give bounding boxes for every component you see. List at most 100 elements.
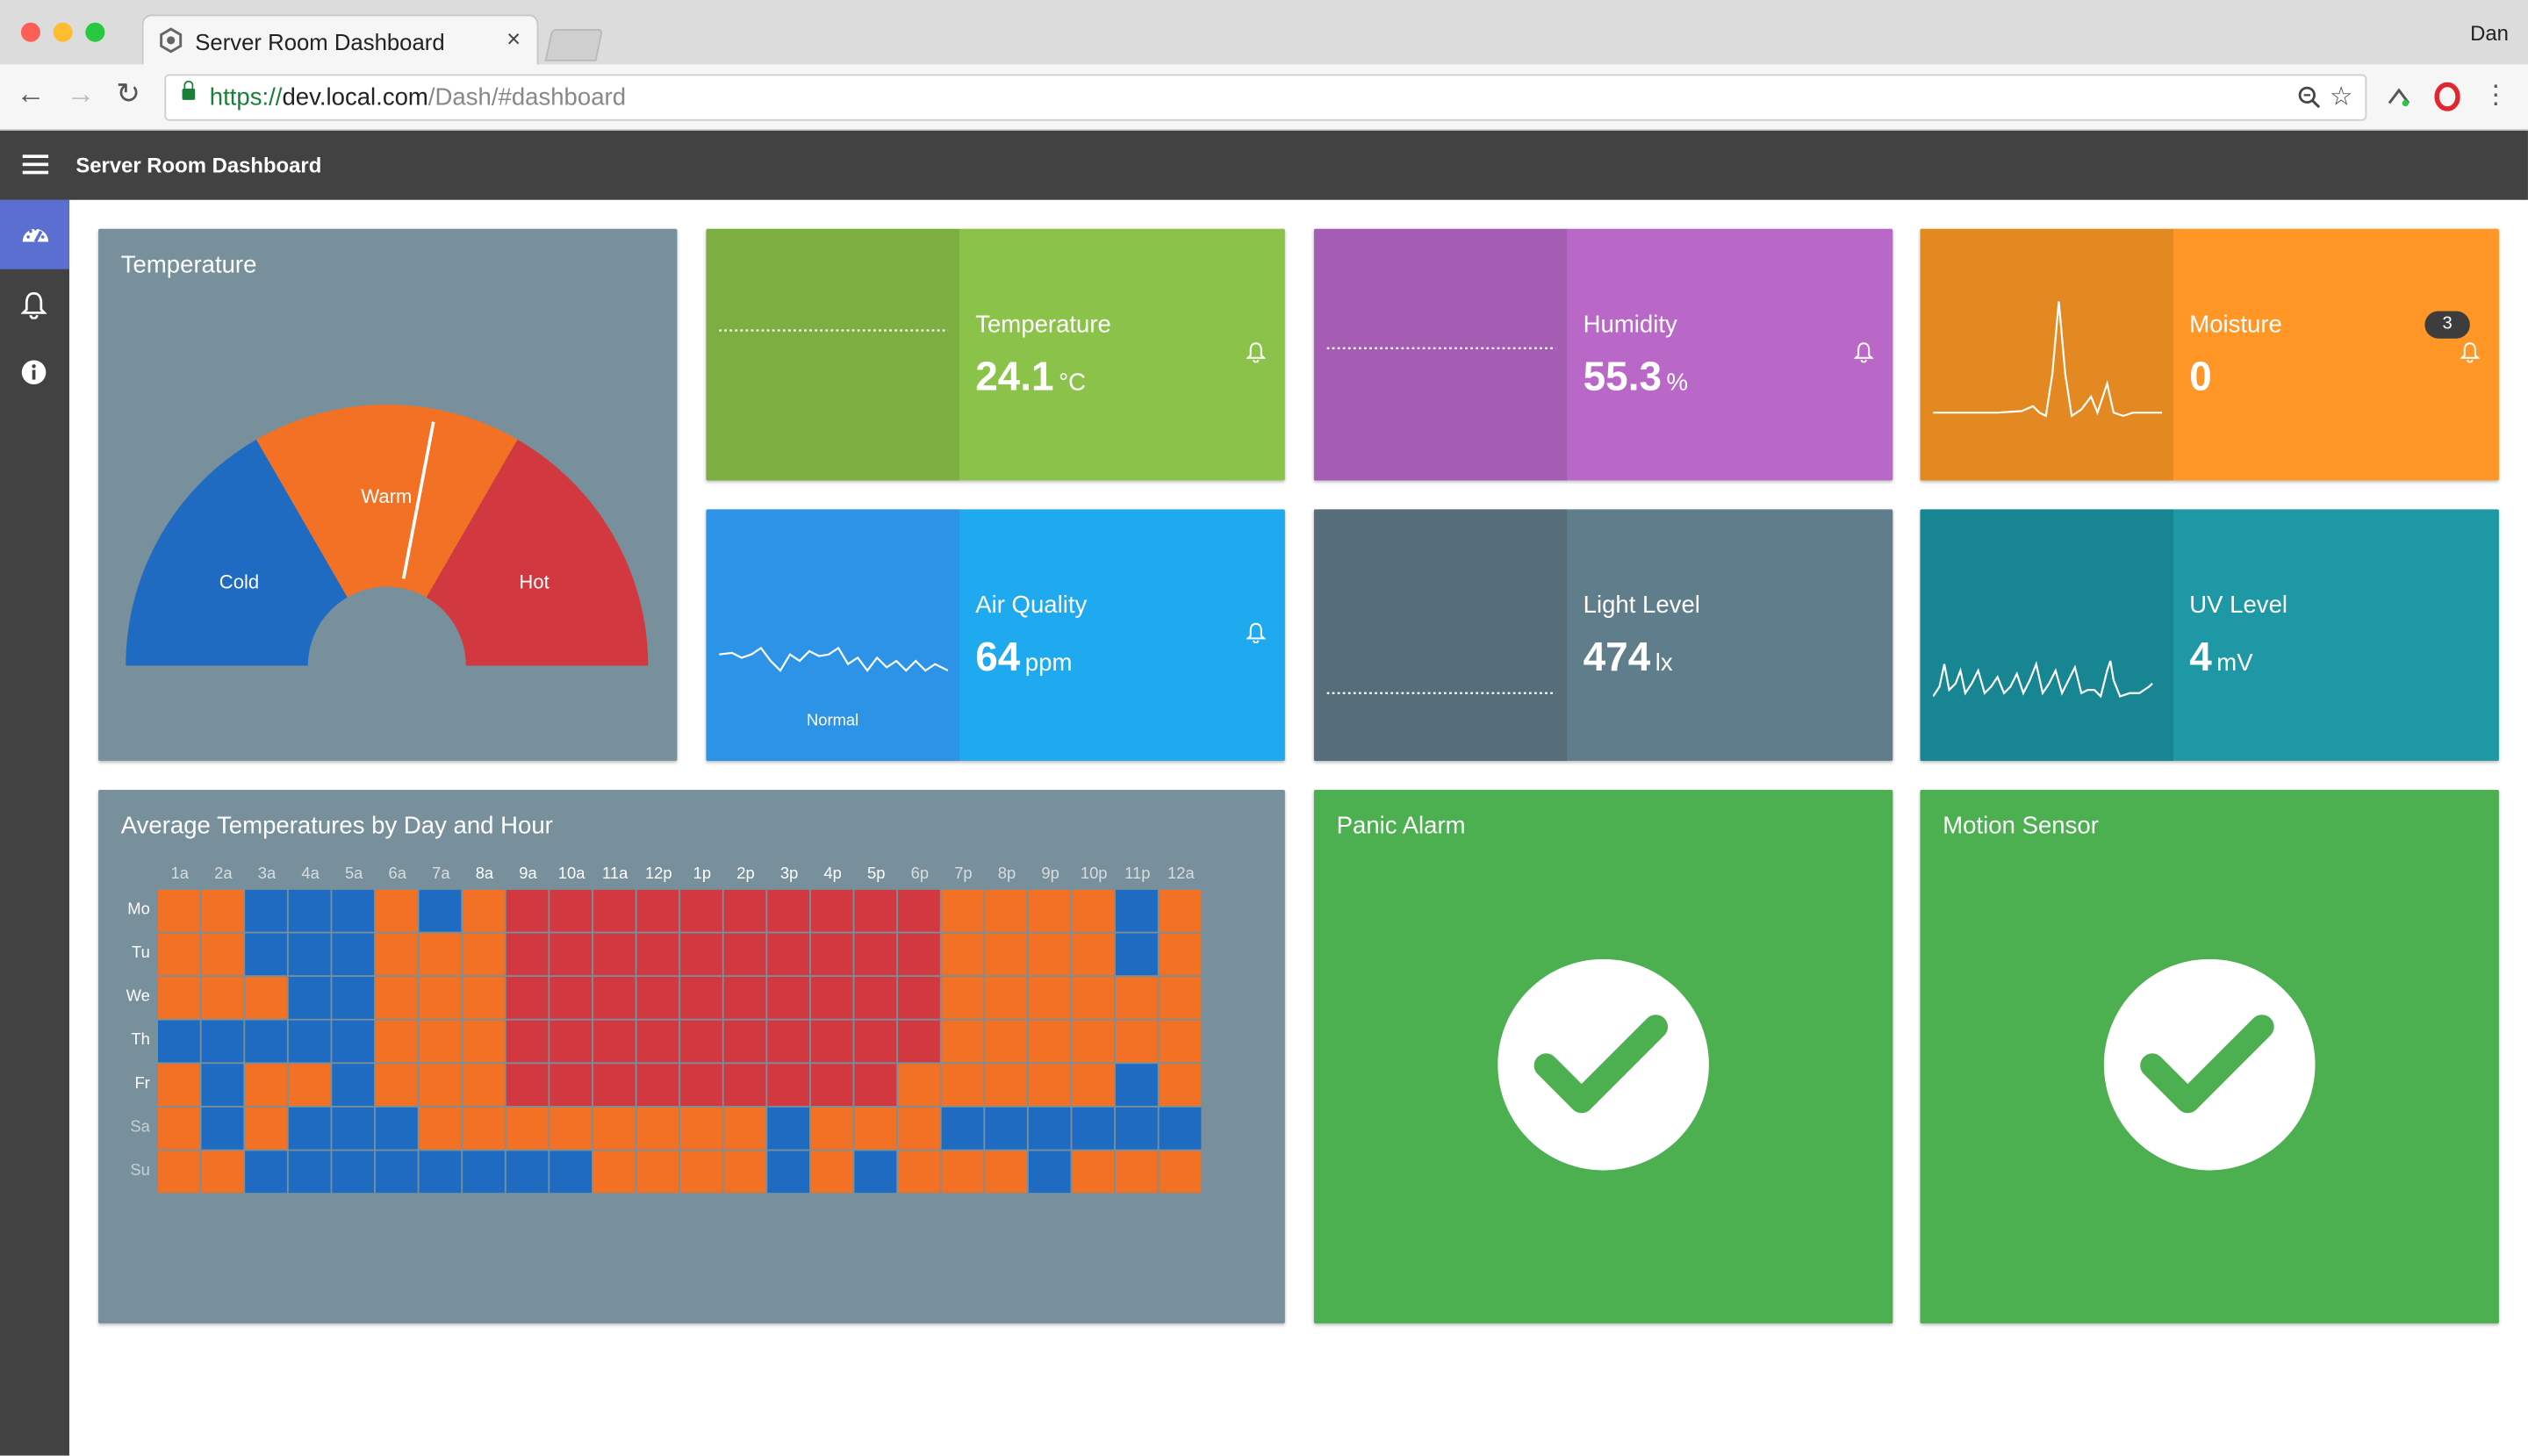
- heatmap-cell[interactable]: [245, 1064, 287, 1106]
- heatmap-cell[interactable]: [506, 933, 549, 976]
- heatmap-cell[interactable]: [854, 889, 897, 932]
- heatmap-cell[interactable]: [157, 933, 200, 976]
- heatmap-cell[interactable]: [1028, 889, 1071, 932]
- panic-alarm-card[interactable]: Panic Alarm: [1313, 789, 1893, 1323]
- heatmap-cell[interactable]: [549, 977, 592, 1019]
- heatmap-cell[interactable]: [1072, 889, 1115, 932]
- heatmap-cell[interactable]: [201, 1064, 244, 1106]
- heatmap-cell[interactable]: [636, 1151, 679, 1194]
- heatmap-cell[interactable]: [898, 889, 940, 932]
- heatmap-cell[interactable]: [549, 1064, 592, 1106]
- motion-sensor-card[interactable]: Motion Sensor: [1920, 789, 2499, 1323]
- heatmap-cell[interactable]: [898, 1151, 940, 1194]
- heatmap-cell[interactable]: [288, 889, 331, 932]
- light-level-tile[interactable]: Light Level 474 lx: [1313, 509, 1893, 761]
- heatmap-cell[interactable]: [157, 1020, 200, 1063]
- heatmap-cell[interactable]: [157, 1064, 200, 1106]
- heatmap-cell[interactable]: [245, 933, 287, 976]
- heatmap-cell[interactable]: [680, 1020, 722, 1063]
- heatmap-cell[interactable]: [985, 977, 1027, 1019]
- heatmap-cell[interactable]: [201, 977, 244, 1019]
- heatmap-cell[interactable]: [854, 1151, 897, 1194]
- heatmap-cell[interactable]: [463, 977, 505, 1019]
- heatmap-cell[interactable]: [1072, 977, 1115, 1019]
- heatmap-cell[interactable]: [1072, 933, 1115, 976]
- heatmap-cell[interactable]: [1028, 1151, 1071, 1194]
- heatmap-cell[interactable]: [1115, 1064, 1158, 1106]
- heatmap-cell[interactable]: [463, 933, 505, 976]
- heatmap-cell[interactable]: [723, 977, 766, 1019]
- heatmap-cell[interactable]: [419, 1151, 462, 1194]
- heatmap-cell[interactable]: [680, 933, 722, 976]
- heatmap-cell[interactable]: [419, 1064, 462, 1106]
- heatmap-cell[interactable]: [549, 1107, 592, 1150]
- maximize-window-button[interactable]: [85, 22, 105, 42]
- heatmap-cell[interactable]: [898, 977, 940, 1019]
- heatmap-cell[interactable]: [941, 1151, 984, 1194]
- sidebar-item-dashboard[interactable]: [0, 199, 69, 269]
- minimize-window-button[interactable]: [53, 22, 73, 42]
- heatmap-cell[interactable]: [723, 933, 766, 976]
- heatmap-cell[interactable]: [288, 1151, 331, 1194]
- heatmap-cell[interactable]: [592, 1020, 636, 1063]
- heatmap-cell[interactable]: [245, 1020, 287, 1063]
- heatmap-cell[interactable]: [810, 977, 853, 1019]
- heatmap-cell[interactable]: [506, 889, 549, 932]
- back-icon[interactable]: ←: [16, 77, 45, 111]
- heatmap-cell[interactable]: [723, 1107, 766, 1150]
- heatmap-cell[interactable]: [201, 1151, 244, 1194]
- heatmap-cell[interactable]: [854, 1020, 897, 1063]
- heatmap-cell[interactable]: [985, 889, 1027, 932]
- heatmap-cell[interactable]: [1072, 1064, 1115, 1106]
- heatmap-cell[interactable]: [1159, 1107, 1202, 1150]
- heatmap-cell[interactable]: [375, 977, 418, 1019]
- heatmap-cell[interactable]: [767, 1020, 810, 1063]
- heatmap-cell[interactable]: [549, 1020, 592, 1063]
- heatmap-cell[interactable]: [854, 977, 897, 1019]
- more-menu-icon[interactable]: ⋮: [2483, 79, 2509, 111]
- heatmap-cell[interactable]: [898, 1020, 940, 1063]
- heatmap-cell[interactable]: [810, 933, 853, 976]
- heatmap-cell[interactable]: [549, 889, 592, 932]
- heatmap-cell[interactable]: [375, 1107, 418, 1150]
- heatmap-cell[interactable]: [506, 977, 549, 1019]
- heatmap-cell[interactable]: [854, 933, 897, 976]
- heatmap-cell[interactable]: [898, 1107, 940, 1150]
- heatmap-cell[interactable]: [680, 1151, 722, 1194]
- menu-icon[interactable]: [22, 154, 49, 175]
- heatmap-cell[interactable]: [1115, 977, 1158, 1019]
- new-tab-button[interactable]: [544, 29, 604, 61]
- heatmap-cell[interactable]: [549, 1151, 592, 1194]
- heatmap-cell[interactable]: [854, 1064, 897, 1106]
- extension-icon[interactable]: [2386, 84, 2411, 110]
- heatmap-cell[interactable]: [201, 1020, 244, 1063]
- heatmap-cell[interactable]: [1159, 1151, 1202, 1194]
- heatmap-cell[interactable]: [419, 933, 462, 976]
- heatmap-cell[interactable]: [767, 977, 810, 1019]
- heatmap-cell[interactable]: [419, 1107, 462, 1150]
- heatmap-cell[interactable]: [1028, 933, 1071, 976]
- url-text[interactable]: https://dev.local.com/Dash/#dashboard: [210, 84, 626, 111]
- heatmap-cell[interactable]: [288, 933, 331, 976]
- temperature-tile[interactable]: Temperature 24.1 °C: [706, 228, 1285, 481]
- heatmap-cell[interactable]: [201, 889, 244, 932]
- heatmap-cell[interactable]: [463, 889, 505, 932]
- heatmap-cell[interactable]: [810, 1064, 853, 1106]
- heatmap-cell[interactable]: [332, 1020, 375, 1063]
- heatmap-cell[interactable]: [941, 889, 984, 932]
- heatmap-cell[interactable]: [1115, 889, 1158, 932]
- heatmap-cell[interactable]: [723, 1020, 766, 1063]
- heatmap-cell[interactable]: [1159, 933, 1202, 976]
- heatmap-cell[interactable]: [1028, 1107, 1071, 1150]
- heatmap-cell[interactable]: [375, 889, 418, 932]
- heatmap-cell[interactable]: [332, 1151, 375, 1194]
- heatmap-cell[interactable]: [463, 1020, 505, 1063]
- heatmap-cell[interactable]: [1159, 1064, 1202, 1106]
- heatmap-cell[interactable]: [636, 977, 679, 1019]
- heatmap-cell[interactable]: [636, 933, 679, 976]
- heatmap-cell[interactable]: [592, 1107, 636, 1150]
- heatmap-cell[interactable]: [1115, 933, 1158, 976]
- heatmap-cell[interactable]: [592, 889, 636, 932]
- heatmap-cell[interactable]: [157, 977, 200, 1019]
- heatmap-cell[interactable]: [941, 977, 984, 1019]
